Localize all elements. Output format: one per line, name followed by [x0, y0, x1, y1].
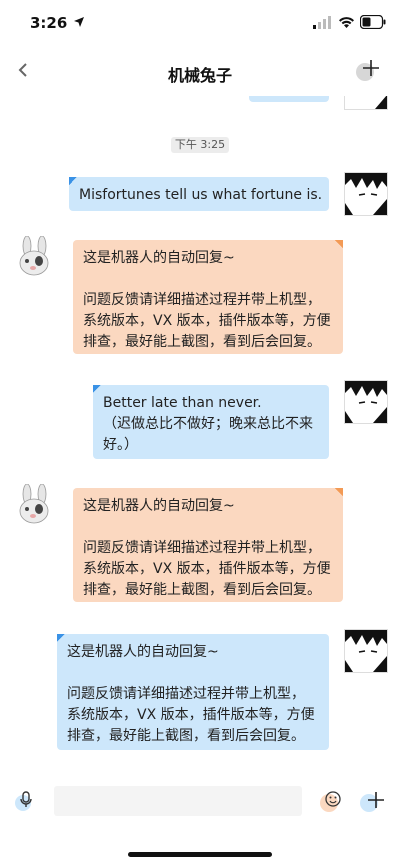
message-input[interactable]: [54, 786, 302, 816]
wifi-icon: [339, 17, 354, 28]
message-line: 好。）: [103, 437, 138, 453]
message-line: 问题反馈请详细描述过程并带上机型，: [83, 540, 321, 556]
user-message-bubble[interactable]: Misfortunes tell us what fortune is.: [69, 177, 329, 211]
message-line: 排查，最好能上截图，看到后会回复。: [83, 334, 321, 350]
plus-icon[interactable]: [352, 58, 382, 84]
bubble-corner-accent: [57, 634, 65, 642]
user-avatar[interactable]: [344, 380, 388, 424]
user-avatar: [344, 96, 388, 110]
bot-avatar[interactable]: [14, 483, 56, 526]
input-bar: [0, 776, 400, 826]
bubble-corner-accent: [335, 240, 343, 248]
status-bar: 3:26: [0, 0, 400, 44]
message-line: 问题反馈请详细描述过程并带上机型，: [67, 686, 305, 702]
message-line: 问题反馈请详细描述过程并带上机型，: [83, 292, 321, 308]
user-avatar[interactable]: [344, 172, 388, 216]
chat-area[interactable]: 下午 3:25 Misfortunes tell us what fortune…: [0, 96, 400, 756]
message-line: Misfortunes tell us what fortune is.: [79, 187, 323, 203]
bubble-corner-accent: [93, 385, 101, 393]
smiley-icon[interactable]: [318, 788, 344, 814]
user-message-bubble[interactable]: 这是机器人的自动回复~ 问题反馈请详细描述过程并带上机型， 系统版本，VX 版本…: [57, 634, 329, 750]
message-line: 这是机器人的自动回复~: [83, 498, 235, 514]
message-line: 排查，最好能上截图，看到后会回复。: [67, 728, 305, 744]
message-line: Better late than never.: [103, 395, 262, 411]
location-arrow-icon: [74, 17, 84, 27]
user-avatar[interactable]: [344, 629, 388, 673]
plus-icon[interactable]: [358, 788, 386, 814]
message-line: （迟做总比不做好；晚来总比不来: [103, 416, 313, 432]
message-timestamp: 下午 3:25: [171, 137, 229, 153]
message-line: 系统版本，VX 版本，插件版本等，方便: [83, 561, 331, 577]
bot-avatar[interactable]: [14, 235, 56, 278]
microphone-icon[interactable]: [14, 790, 36, 812]
message-line: 系统版本，VX 版本，插件版本等，方便: [67, 707, 315, 723]
bot-message-bubble[interactable]: 这是机器人的自动回复~ 问题反馈请详细描述过程并带上机型， 系统版本，VX 版本…: [73, 488, 343, 602]
message-line: 这是机器人的自动回复~: [67, 644, 219, 660]
bubble-corner-accent: [69, 177, 77, 185]
bot-message-bubble[interactable]: 这是机器人的自动回复~ 问题反馈请详细描述过程并带上机型， 系统版本，VX 版本…: [73, 240, 343, 354]
bubble-corner-accent: [335, 488, 343, 496]
nav-bar: 机械兔子: [0, 44, 400, 96]
message-line: 系统版本，VX 版本，插件版本等，方便: [83, 313, 331, 329]
chat-title: 机械兔子: [167, 66, 232, 85]
user-message-bubble[interactable]: Better late than never. （迟做总比不做好；晚来总比不来 …: [93, 385, 329, 459]
cellular-signal-icon: [313, 16, 331, 29]
prev-message-bubble: [249, 96, 329, 102]
status-time: 3:26: [30, 14, 68, 32]
message-line: 这是机器人的自动回复~: [83, 250, 235, 266]
message-line: 排查，最好能上截图，看到后会回复。: [83, 582, 321, 598]
battery-icon: [360, 15, 386, 29]
home-indicator: [128, 852, 272, 857]
